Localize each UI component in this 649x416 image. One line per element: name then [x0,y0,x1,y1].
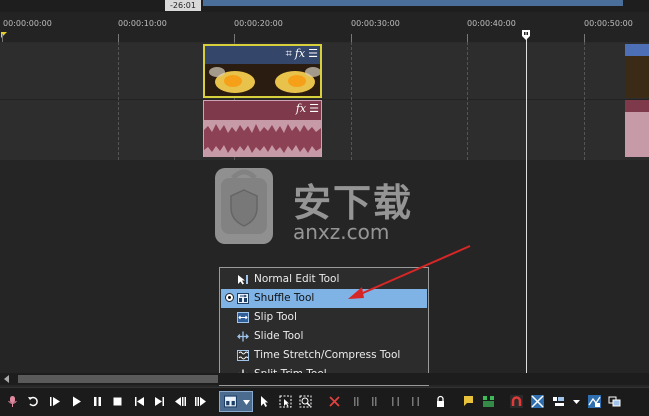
grid-line [584,42,585,160]
normal-edit-icon[interactable] [259,395,272,408]
playhead-handle-icon[interactable] [521,30,531,40]
watermark-title: 安下载 [293,181,414,225]
chevron-down-icon[interactable] [570,395,583,408]
watermark-badge-icon [215,168,273,244]
zoom-icon[interactable] [299,395,312,408]
slip-icon [237,312,249,323]
snapping-icon[interactable] [510,395,523,408]
fx-icon[interactable]: fx [295,48,305,60]
selected-radio-icon [225,293,234,302]
next-frame-icon[interactable] [194,395,207,408]
pause-icon[interactable] [91,395,104,408]
menu-icon[interactable]: ☰ [308,48,318,60]
menu-item-slide-tool[interactable]: Slide Tool [221,327,427,346]
go-to-start-icon[interactable] [133,395,146,408]
trim-end-icon[interactable] [369,395,382,408]
normal-edit-icon [238,275,248,285]
ripple-icon[interactable] [552,395,565,408]
previous-frame-icon[interactable] [174,395,187,408]
loop-region-bar[interactable] [203,0,623,6]
trim-start-icon[interactable] [349,395,362,408]
loop-icon[interactable] [27,395,40,408]
audio-clip-next[interactable] [625,100,649,157]
thumbnail-frame [205,64,265,96]
menu-item-label: Time Stretch/Compress Tool [254,349,401,361]
lock-icon[interactable] [434,395,447,408]
video-track[interactable] [0,43,649,99]
video-clip-header[interactable]: ⌗ fx ☰ [205,46,320,64]
grid-line [467,42,468,160]
grid-line [351,42,352,160]
menu-icon[interactable]: ☰ [309,103,319,115]
record-icon[interactable] [6,395,19,408]
video-thumbnails [205,64,320,96]
menu-item-label: Slip Tool [254,311,297,323]
trim-icon[interactable] [409,395,422,408]
fx-icon[interactable]: fx [296,103,306,115]
auto-crossfade-icon[interactable] [531,395,544,408]
slide-icon [237,331,249,342]
grid-line [118,42,119,160]
audio-clip[interactable]: fx ☰ [203,100,322,157]
shuffle-icon [224,395,237,408]
ruler-label: 00:00:00:00 [3,19,52,28]
ruler-label: 00:00:20:00 [234,19,283,28]
audio-waveform [204,120,321,157]
selection-icon[interactable] [279,395,292,408]
ruler-label: 00:00:30:00 [351,19,400,28]
stop-icon[interactable] [111,395,124,408]
crop-icon[interactable]: ⌗ [286,48,292,60]
menu-item-label: Slide Tool [254,330,304,342]
video-clip-next[interactable] [625,44,649,98]
playhead-line[interactable] [526,30,527,385]
scroll-left-icon[interactable] [4,375,9,383]
menu-item-slip-tool[interactable]: Slip Tool [221,308,427,327]
ruler-label: 00:00:10:00 [118,19,167,28]
watermark-domain: anxz.com [293,220,390,244]
timestamp-badge: -26:01 [165,0,201,11]
time-stretch-icon [237,350,249,361]
region-icon[interactable] [482,395,495,408]
lock-envelopes-icon[interactable] [588,395,601,408]
video-clip[interactable]: ⌗ fx ☰ [203,44,322,98]
split-icon[interactable] [389,395,402,408]
menu-item-time-stretch-compress-tool[interactable]: Time Stretch/Compress Tool [221,346,427,365]
thumbnail-frame [263,64,320,96]
watermark: 安下载 anxz.com [215,168,440,248]
annotation-arrow [348,245,471,299]
ignore-grouping-icon[interactable] [608,395,621,408]
menu-item-label: Normal Edit Tool [254,273,340,285]
shuffle-icon [237,293,249,304]
play-from-start-icon[interactable] [49,395,62,408]
go-to-end-icon[interactable] [153,395,166,408]
ruler-label: 00:00:50:00 [584,19,633,28]
chevron-down-icon [243,400,250,405]
scrollbar-thumb[interactable] [18,375,218,383]
delete-icon[interactable] [328,395,341,408]
ruler-label: 00:00:40:00 [467,19,516,28]
audio-track[interactable] [0,99,649,160]
play-icon[interactable] [70,395,83,408]
edit-tool-dropdown[interactable] [219,391,253,412]
marker-icon[interactable] [462,395,475,408]
menu-item-label: Shuffle Tool [254,292,315,304]
time-ruler[interactable]: 00:00:00:00 00:00:10:00 00:00:20:00 00:0… [0,12,649,44]
audio-clip-header[interactable]: fx ☰ [204,101,321,119]
